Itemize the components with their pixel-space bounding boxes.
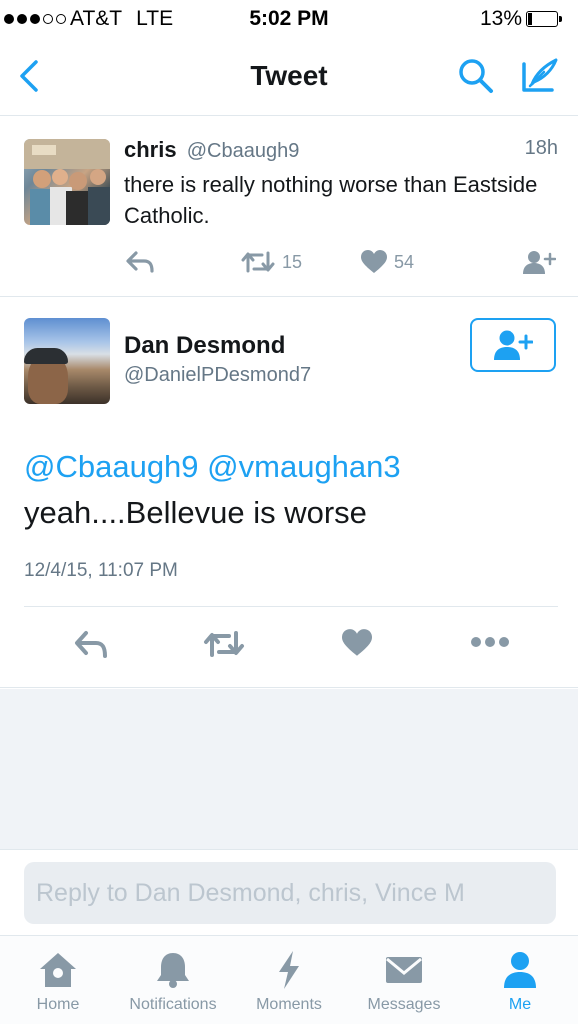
search-icon[interactable] (456, 56, 496, 96)
tweet-body: yeah....Bellevue is worse (24, 495, 367, 530)
divider (24, 606, 558, 607)
main-tweet: Dan Desmond @DanielPDesmond7 @Cbaaugh9 @… (0, 298, 578, 688)
like-button[interactable]: 54 (360, 249, 414, 275)
reply-button[interactable] (124, 249, 156, 275)
author-handle[interactable]: @DanielPDesmond7 (124, 364, 311, 387)
tab-messages[interactable]: Messages (346, 936, 462, 1024)
follow-button[interactable] (470, 318, 556, 372)
retweet-icon (241, 251, 275, 273)
follow-small-button[interactable] (522, 249, 556, 275)
retweet-button[interactable] (202, 628, 246, 660)
tab-home[interactable]: Home (0, 936, 116, 1024)
battery-percent: 13% (479, 7, 522, 30)
mention-link[interactable]: @vmaughan3 (207, 449, 400, 484)
tweet-text: there is really nothing worse than Easts… (124, 172, 538, 228)
tweet-actions (0, 628, 578, 668)
tweet-header: chris @Cbaaugh9 18h (124, 137, 558, 163)
add-user-icon (494, 330, 533, 360)
tab-label: Moments (256, 996, 322, 1013)
retweet-count: 15 (282, 251, 303, 272)
reply-icon (75, 631, 107, 658)
tab-label: Me (508, 996, 532, 1013)
tab-bar: Home Notifications Moments Messages Me (0, 935, 578, 1024)
mention-link[interactable]: @Cbaaugh9 (24, 449, 199, 484)
retweet-icon (204, 631, 244, 657)
nav-bar: Tweet (0, 38, 578, 116)
tab-moments[interactable]: Moments (231, 936, 347, 1024)
tab-label: Messages (367, 996, 441, 1013)
heart-icon (361, 250, 387, 273)
add-user-icon (523, 251, 556, 274)
retweet-button[interactable]: 15 (240, 249, 302, 275)
reply-bar (0, 849, 578, 935)
lightning-icon (275, 950, 303, 990)
compose-icon[interactable] (518, 56, 560, 96)
avatar[interactable] (24, 318, 110, 404)
tweet-time: 18h (524, 137, 558, 159)
more-icon (471, 637, 509, 647)
reply-input[interactable] (24, 862, 556, 924)
status-bar: AT&T LTE 5:02 PM 13% (0, 0, 578, 38)
avatar[interactable] (24, 139, 110, 225)
status-right: 13% (479, 7, 562, 31)
tweet-actions: 15 54 (124, 249, 564, 279)
empty-area (0, 689, 578, 849)
home-icon (38, 950, 78, 990)
tab-notifications[interactable]: Notifications (115, 936, 231, 1024)
tab-label: Notifications (129, 996, 217, 1013)
more-button[interactable] (470, 634, 510, 650)
tab-label: Home (36, 996, 80, 1013)
tweet-date: 12/4/15, 11:07 PM (24, 560, 178, 581)
like-count: 54 (394, 251, 415, 272)
reply-icon (126, 251, 154, 273)
bell-icon (155, 950, 191, 990)
author-handle[interactable]: @Cbaaugh9 (187, 140, 300, 162)
author-name[interactable]: chris (124, 137, 177, 162)
reply-button[interactable] (72, 628, 110, 660)
battery-icon (526, 11, 562, 27)
author-name[interactable]: Dan Desmond (124, 332, 285, 360)
parent-tweet[interactable]: chris @Cbaaugh9 18h there is really noth… (0, 117, 578, 297)
tab-me[interactable]: Me (462, 936, 578, 1024)
person-icon (502, 950, 538, 990)
heart-icon (342, 629, 372, 656)
tweet-text: @Cbaaugh9 @vmaughan3 yeah....Bellevue is… (24, 444, 554, 536)
envelope-icon (384, 950, 424, 990)
like-button[interactable] (340, 628, 374, 658)
